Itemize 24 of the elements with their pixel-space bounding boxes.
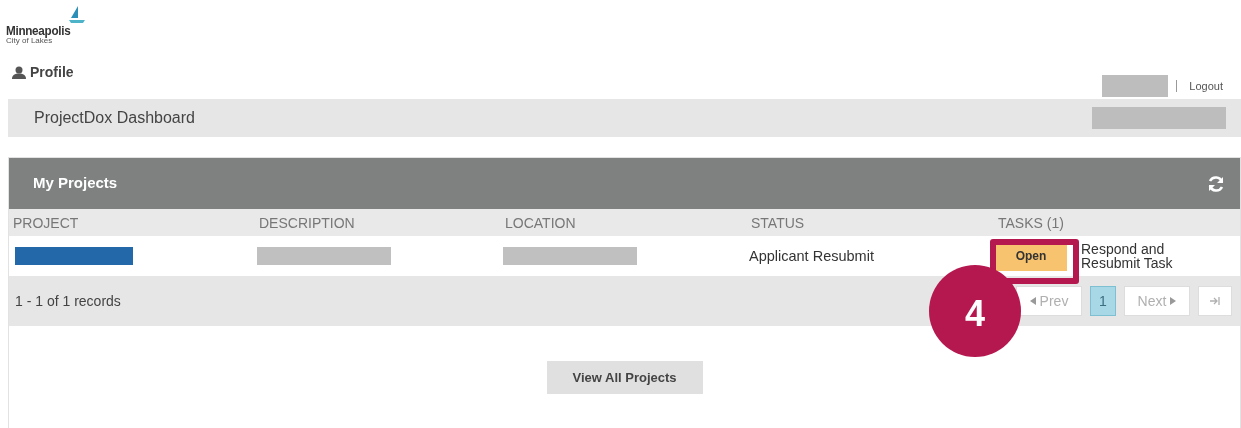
user-icon [12, 66, 26, 79]
refresh-icon[interactable] [1206, 173, 1226, 194]
redacted-project-link[interactable] [15, 247, 133, 265]
status-text: Applicant Resubmit [749, 248, 874, 264]
profile-link[interactable]: Profile [12, 62, 74, 83]
panel-title: My Projects [33, 173, 118, 194]
logout-link[interactable]: Logout [1189, 77, 1223, 95]
logo-text: Minneapolis [6, 24, 71, 37]
column-header: LOCATION [505, 214, 576, 231]
logo-tagline: City of Lakes [6, 37, 53, 45]
view-all-button[interactable]: View All Projects [546, 361, 703, 394]
column-header: STATUS [751, 214, 805, 231]
records-count: 1 - 1 of 1 records [15, 291, 121, 311]
right-triangle-icon [1170, 297, 1177, 305]
last-page-icon [1209, 296, 1221, 306]
column-header: PROJECT [13, 214, 79, 231]
task-name: Respond and Resubmit Task [1081, 242, 1174, 270]
dashboard-title: ProjectDox Dashboard [34, 108, 195, 128]
column-header: DESCRIPTION [259, 214, 355, 231]
column-header: TASKS (1) [998, 214, 1064, 231]
page-button[interactable]: 1 [1090, 286, 1116, 316]
left-triangle-icon [1029, 297, 1036, 305]
redacted-username [1102, 75, 1169, 97]
sailboat-icon [66, 6, 86, 24]
